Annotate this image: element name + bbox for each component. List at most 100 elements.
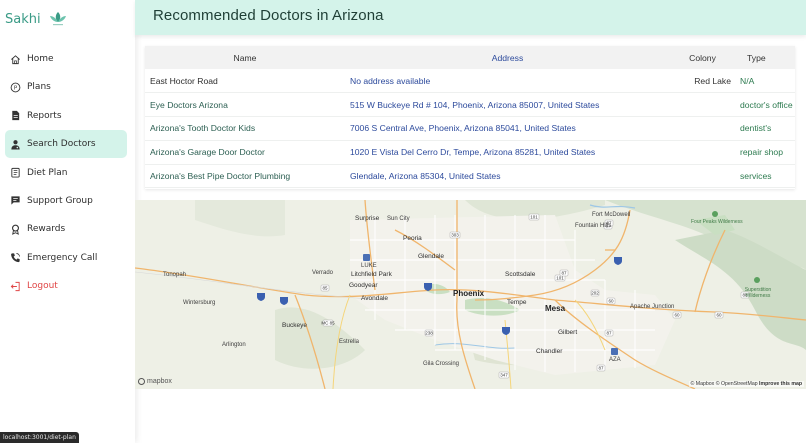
chat-icon	[9, 195, 21, 207]
map-label-goodyear: Goodyear	[349, 282, 378, 289]
phone-icon	[9, 252, 21, 264]
svg-text:60: 60	[716, 313, 722, 318]
map-label-aza: AZA	[609, 357, 621, 363]
svg-text:60: 60	[674, 313, 680, 318]
sidebar-item-plans[interactable]: P Plans	[5, 73, 127, 101]
svg-text:87: 87	[561, 271, 567, 276]
home-icon	[9, 53, 21, 65]
sidebar-item-label: Diet Plan	[27, 167, 68, 178]
svg-text:87: 87	[598, 366, 604, 371]
map-label-tempe: Tempe	[507, 299, 527, 306]
mapbox-logo-text: mapbox	[147, 378, 172, 385]
doctors-table-container: Name Address Colony Type East Hoctor Roa…	[145, 46, 795, 189]
sidebar-nav: Home P Plans Reports Search Doctors Diet…	[5, 45, 127, 301]
sidebar-item-label: Rewards	[27, 224, 66, 235]
doctor-type: services	[740, 171, 772, 182]
sidebar-item-label: Plans	[27, 82, 51, 93]
sidebar-item-label: Logout	[27, 281, 58, 292]
svg-text:202: 202	[591, 291, 599, 296]
diet-icon	[9, 167, 21, 179]
column-header-address: Address	[491, 52, 524, 63]
sidebar-item-search-doctors[interactable]: Search Doctors	[5, 130, 127, 159]
map-label-phoenix: Phoenix	[453, 289, 485, 298]
map-label-verrado: Verrado	[312, 270, 334, 276]
svg-text:101: 101	[556, 276, 564, 281]
map-label-mesa: Mesa	[545, 304, 566, 313]
map-label-buckeye: Buckeye	[282, 322, 307, 329]
doctor-icon	[9, 138, 21, 150]
doctor-type: doctor's office	[740, 99, 793, 110]
sidebar-item-support-group[interactable]: Support Group	[5, 187, 127, 215]
svg-text:303: 303	[451, 233, 459, 238]
doctor-address: 1020 E Vista Del Cerro Dr, Tempe, Arizon…	[350, 147, 596, 158]
sidebar-item-reports[interactable]: Reports	[5, 102, 127, 130]
improve-map-link[interactable]: Improve this map	[759, 381, 802, 387]
doctor-colony: Red Lake	[694, 75, 731, 86]
plans-icon: P	[9, 81, 21, 93]
attribution-osm-link[interactable]: © OpenStreetMap	[716, 381, 758, 387]
map-label-gilbert: Gilbert	[558, 329, 578, 336]
map-label-litchfield-park: Litchfield Park	[351, 271, 392, 278]
doctor-colony	[670, 93, 735, 117]
map-attribution: © Mapbox © OpenStreetMap Improve this ma…	[688, 381, 804, 387]
map-label-fort-mcdowell: Fort McDowell	[592, 212, 631, 218]
page-header: Recommended Doctors in Arizona	[135, 0, 806, 35]
doctor-name: Arizona's Tooth Doctor Kids	[150, 123, 256, 134]
svg-text:87: 87	[606, 331, 612, 336]
svg-text:60: 60	[608, 299, 614, 304]
svg-text:347: 347	[500, 373, 508, 378]
map-label-fountain-hills: Fountain Hills	[575, 223, 612, 229]
svg-text:101: 101	[530, 215, 538, 220]
table-row[interactable]: Arizona's Tooth Doctor Kids 7006 S Centr…	[145, 117, 795, 141]
doctor-address: No address available	[350, 75, 431, 86]
map-label-sun-city: Sun City	[387, 216, 410, 222]
map-label-apache-junction: Apache Junction	[630, 304, 675, 310]
map-label-tonopah: Tonopah	[163, 272, 187, 278]
map-label-superstition: Superstition Wilderness	[744, 287, 772, 299]
mapbox-logo[interactable]: mapbox	[138, 378, 172, 385]
map-label-gila-crossing: Gila Crossing	[423, 361, 460, 367]
table-row[interactable]: Arizona's Best Pipe Doctor Plumbing Glen…	[145, 164, 795, 188]
doctor-colony	[670, 117, 735, 141]
map-label-wintersburg: Wintersburg	[183, 300, 216, 306]
sidebar-item-logout[interactable]: Logout	[5, 272, 127, 300]
map-label-avondale: Avondale	[361, 295, 388, 302]
sidebar-item-rewards[interactable]: Rewards	[5, 215, 127, 243]
column-header-colony: Colony	[689, 52, 716, 63]
sidebar-item-label: Support Group	[27, 195, 93, 206]
doctor-colony	[670, 140, 735, 164]
sidebar-item-emergency-call[interactable]: Emergency Call	[5, 244, 127, 272]
svg-text:MC 85: MC 85	[321, 321, 335, 326]
map-label-scottsdale: Scottsdale	[505, 271, 536, 278]
brand[interactable]: Sakhi	[5, 9, 69, 29]
map-label-peoria: Peoria	[403, 235, 422, 242]
column-header-type: Type	[747, 52, 766, 63]
table-row[interactable]: Arizona's Garage Door Doctor 1020 E Vist…	[145, 140, 795, 165]
map-view[interactable]: 303 101 101 202 60 60 60 87 87 87 87 MC …	[135, 200, 806, 389]
map-label-surprise: Surprise	[355, 215, 380, 222]
map-label-four-peaks: Four Peaks Wilderness	[691, 219, 743, 225]
svg-text:85: 85	[322, 286, 328, 291]
sidebar-item-label: Reports	[27, 110, 62, 121]
doctor-name: Arizona's Garage Door Doctor	[150, 147, 265, 158]
attribution-mapbox-link[interactable]: © Mapbox	[691, 381, 715, 387]
map-label-chandler: Chandler	[536, 348, 563, 355]
doctor-name: Eye Doctors Arizona	[150, 99, 228, 110]
rewards-icon	[9, 223, 21, 235]
table-row[interactable]: East Hoctor Road No address available Re…	[145, 69, 795, 93]
brand-name: Sakhi	[5, 11, 41, 27]
doctor-type: repair shop	[740, 147, 783, 158]
table-row[interactable]: Eye Doctors Arizona 515 W Buckeye Rd # 1…	[145, 93, 795, 117]
sidebar-item-label: Search Doctors	[27, 139, 96, 150]
svg-text:P: P	[13, 85, 17, 91]
mapbox-logo-icon	[138, 378, 145, 385]
doctor-name: East Hoctor Road	[150, 75, 218, 86]
svg-text:238: 238	[425, 331, 433, 336]
doctor-address: Glendale, Arizona 85304, United States	[350, 171, 501, 182]
doctor-type: dentist's	[740, 123, 772, 134]
sidebar-item-home[interactable]: Home	[5, 45, 127, 73]
doctor-colony	[670, 164, 735, 188]
brand-logo-icon	[49, 12, 66, 26]
column-header-name: Name	[233, 52, 257, 63]
sidebar-item-diet-plan[interactable]: Diet Plan	[5, 159, 127, 187]
